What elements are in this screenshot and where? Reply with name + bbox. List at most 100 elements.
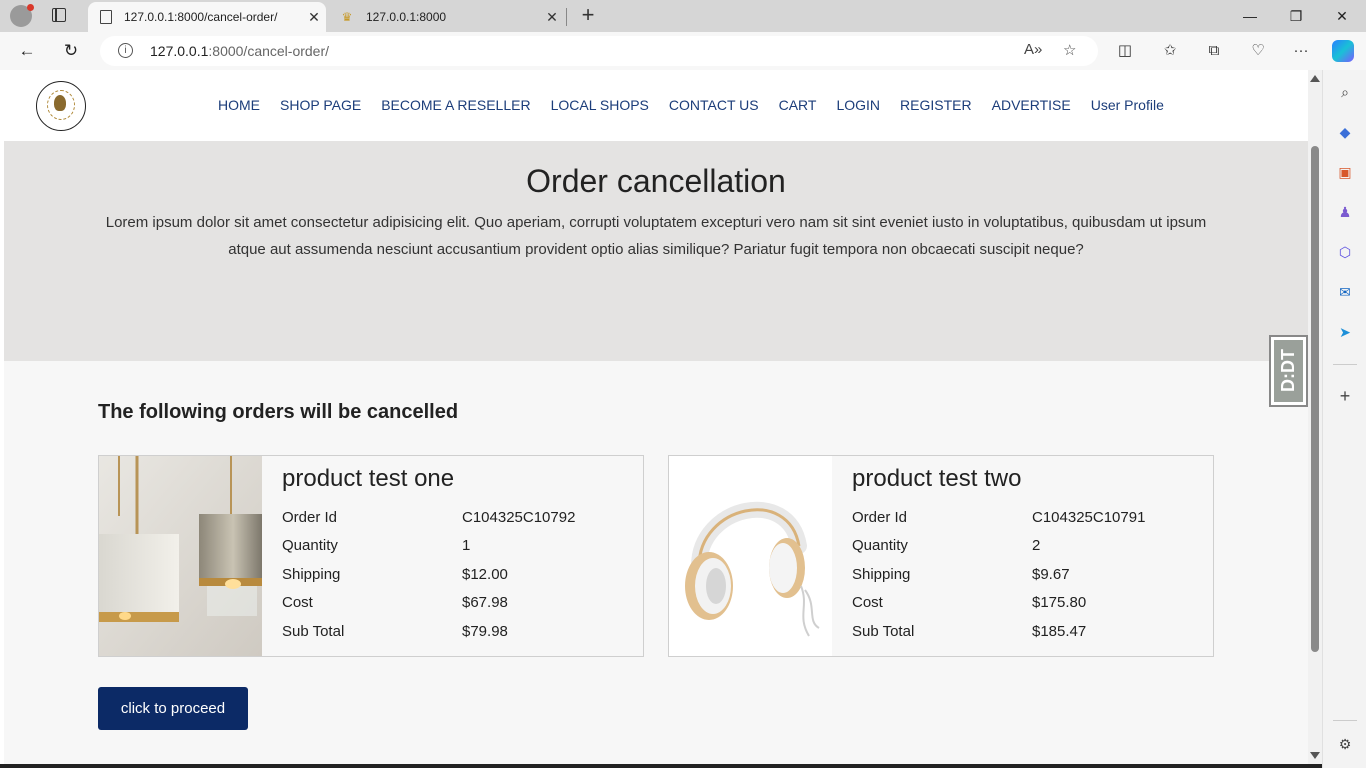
- split-screen-icon[interactable]: ◫: [1115, 41, 1135, 61]
- read-aloud-icon[interactable]: A»: [1024, 41, 1042, 58]
- order-id-value: C104325C10792: [462, 508, 576, 526]
- more-menu-icon[interactable]: ···: [1291, 41, 1311, 61]
- site-header: HOME SHOP PAGE BECOME A RESELLER LOCAL S…: [4, 70, 1308, 141]
- page-title: Order cancellation: [526, 163, 786, 199]
- back-button[interactable]: ←: [14, 38, 40, 64]
- browser-tab-strip: 127.0.0.1:8000/cancel-order/ ✕ ♛ 127.0.0…: [0, 0, 1366, 32]
- proceed-button[interactable]: click to proceed: [98, 687, 248, 730]
- tab-cancel-order[interactable]: 127.0.0.1:8000/cancel-order/ ✕: [88, 2, 326, 32]
- tab-actions-icon[interactable]: [52, 8, 66, 22]
- cost-value: $67.98: [462, 594, 508, 612]
- table-row: Cost $175.80: [852, 589, 1145, 618]
- page-icon: [100, 10, 112, 24]
- nav-contact-us[interactable]: CONTACT US: [669, 97, 759, 113]
- nav-become-reseller[interactable]: BECOME A RESELLER: [381, 97, 530, 113]
- table-row: Shipping $12.00: [282, 560, 575, 589]
- browser-essentials-icon[interactable]: ♡: [1248, 41, 1268, 61]
- order-details-table: Order Id C104325C10792 Quantity 1 Shipping…: [282, 503, 575, 646]
- tab-divider: [566, 8, 567, 26]
- collections-icon[interactable]: ⧉: [1204, 41, 1224, 61]
- tab-title: 127.0.0.1:8000: [366, 10, 447, 24]
- close-tab-icon[interactable]: ✕: [540, 9, 564, 26]
- product-name: product test two: [852, 465, 1022, 492]
- favorite-star-icon[interactable]: ☆: [1063, 41, 1076, 59]
- cost-value: $175.80: [1032, 594, 1087, 612]
- scroll-down-arrow-icon[interactable]: [1310, 752, 1320, 759]
- new-tab-button[interactable]: +: [578, 4, 598, 26]
- product-name: product test one: [282, 465, 455, 492]
- headphones-image: [669, 456, 832, 656]
- site-info-icon[interactable]: i: [118, 43, 133, 58]
- nav-shop-page[interactable]: SHOP PAGE: [280, 97, 361, 113]
- page-scrollbar[interactable]: [1308, 70, 1322, 768]
- favorites-icon[interactable]: ✩: [1160, 41, 1180, 61]
- close-tab-icon[interactable]: ✕: [302, 9, 326, 26]
- hero-banner: Order cancellation Lorem ipsum dolor sit…: [4, 141, 1308, 361]
- profile-avatar-icon[interactable]: [10, 4, 34, 27]
- sidebar-divider: [1333, 720, 1357, 721]
- add-icon[interactable]: +: [1335, 386, 1355, 406]
- didt-label: D:DT: [1274, 340, 1303, 402]
- send-icon[interactable]: ➤: [1335, 322, 1355, 342]
- sub-total-label: Sub Total: [852, 622, 915, 640]
- nav-advertise[interactable]: ADVERTISE: [992, 97, 1071, 113]
- shipping-label: Shipping: [852, 565, 911, 583]
- order-id-label: Order Id: [852, 508, 908, 526]
- search-icon[interactable]: ⌕: [1335, 82, 1355, 102]
- url-text[interactable]: 127.0.0.1:8000/cancel-order/: [150, 43, 329, 59]
- order-details: product test one Order Id C104325C10792 Q…: [282, 465, 622, 646]
- copilot-icon[interactable]: [1332, 40, 1354, 62]
- shipping-value: $12.00: [462, 565, 508, 583]
- games-icon[interactable]: ♟: [1335, 202, 1355, 222]
- address-toolbar: ← ↻ i 127.0.0.1:8000/cancel-order/ A» ☆ …: [0, 32, 1366, 70]
- scroll-up-arrow-icon[interactable]: [1310, 75, 1320, 82]
- quantity-label: Quantity: [852, 537, 908, 555]
- refresh-button[interactable]: ↻: [58, 38, 84, 64]
- settings-gear-icon[interactable]: ⚙: [1335, 734, 1355, 754]
- tab-home[interactable]: ♛ 127.0.0.1:8000 ✕: [330, 2, 564, 32]
- scrollbar-thumb[interactable]: [1311, 146, 1319, 652]
- nav-cart[interactable]: CART: [779, 97, 817, 113]
- nav-register[interactable]: REGISTER: [900, 97, 972, 113]
- tab-title: 127.0.0.1:8000/cancel-order/: [124, 10, 278, 24]
- logo-emblem-icon: [54, 95, 66, 111]
- restore-button[interactable]: ❐: [1284, 4, 1308, 28]
- site-favicon-icon: ♛: [341, 10, 353, 24]
- site-logo[interactable]: [36, 81, 86, 131]
- order-details-table: Order Id C104325C10791 Quantity 2 Shipping…: [852, 503, 1145, 646]
- quantity-label: Quantity: [282, 537, 338, 555]
- shipping-value: $9.67: [1032, 565, 1070, 583]
- close-window-button[interactable]: ✕: [1330, 4, 1354, 28]
- cost-label: Cost: [282, 594, 313, 612]
- outlook-icon[interactable]: ✉: [1335, 282, 1355, 302]
- order-id-label: Order Id: [282, 508, 338, 526]
- section-title: The following orders will be cancelled: [98, 401, 459, 423]
- nav-user-profile[interactable]: User Profile: [1091, 97, 1164, 113]
- order-id-value: C104325C10791: [1032, 508, 1146, 526]
- nav-local-shops[interactable]: LOCAL SHOPS: [551, 97, 649, 113]
- hero-description: Lorem ipsum dolor sit amet consectetur a…: [105, 214, 1207, 258]
- shopping-tag-icon[interactable]: ◆: [1335, 122, 1355, 142]
- order-card: product test two Order Id C104325C10791 Q…: [668, 455, 1214, 657]
- table-row: Shipping $9.67: [852, 560, 1145, 589]
- main-nav: HOME SHOP PAGE BECOME A RESELLER LOCAL S…: [218, 97, 1184, 113]
- didt-widget[interactable]: D:DT: [1269, 335, 1308, 407]
- order-details: product test two Order Id C104325C10791 Q…: [852, 465, 1192, 646]
- shipping-label: Shipping: [282, 565, 341, 583]
- address-bar[interactable]: i 127.0.0.1:8000/cancel-order/ A» ☆: [100, 36, 1098, 66]
- table-row: Quantity 1: [282, 532, 575, 561]
- taskbar-edge: [0, 764, 1322, 768]
- nav-home[interactable]: HOME: [218, 97, 260, 113]
- quantity-value: 2: [1032, 537, 1041, 555]
- quantity-value: 1: [462, 537, 471, 555]
- product-image: [669, 456, 832, 656]
- microsoft-365-icon[interactable]: ⬡: [1335, 242, 1355, 262]
- sub-total-label: Sub Total: [282, 622, 345, 640]
- browser-sidebar: ⌕ ◆ ▣ ♟ ⬡ ✉ ➤ + ⚙: [1322, 70, 1366, 768]
- web-page: HOME SHOP PAGE BECOME A RESELLER LOCAL S…: [4, 70, 1308, 764]
- table-row: Sub Total $185.47: [852, 617, 1145, 646]
- order-card: product test one Order Id C104325C10792 Q…: [98, 455, 644, 657]
- tools-briefcase-icon[interactable]: ▣: [1335, 162, 1355, 182]
- minimize-button[interactable]: —: [1238, 4, 1262, 28]
- nav-login[interactable]: LOGIN: [836, 97, 880, 113]
